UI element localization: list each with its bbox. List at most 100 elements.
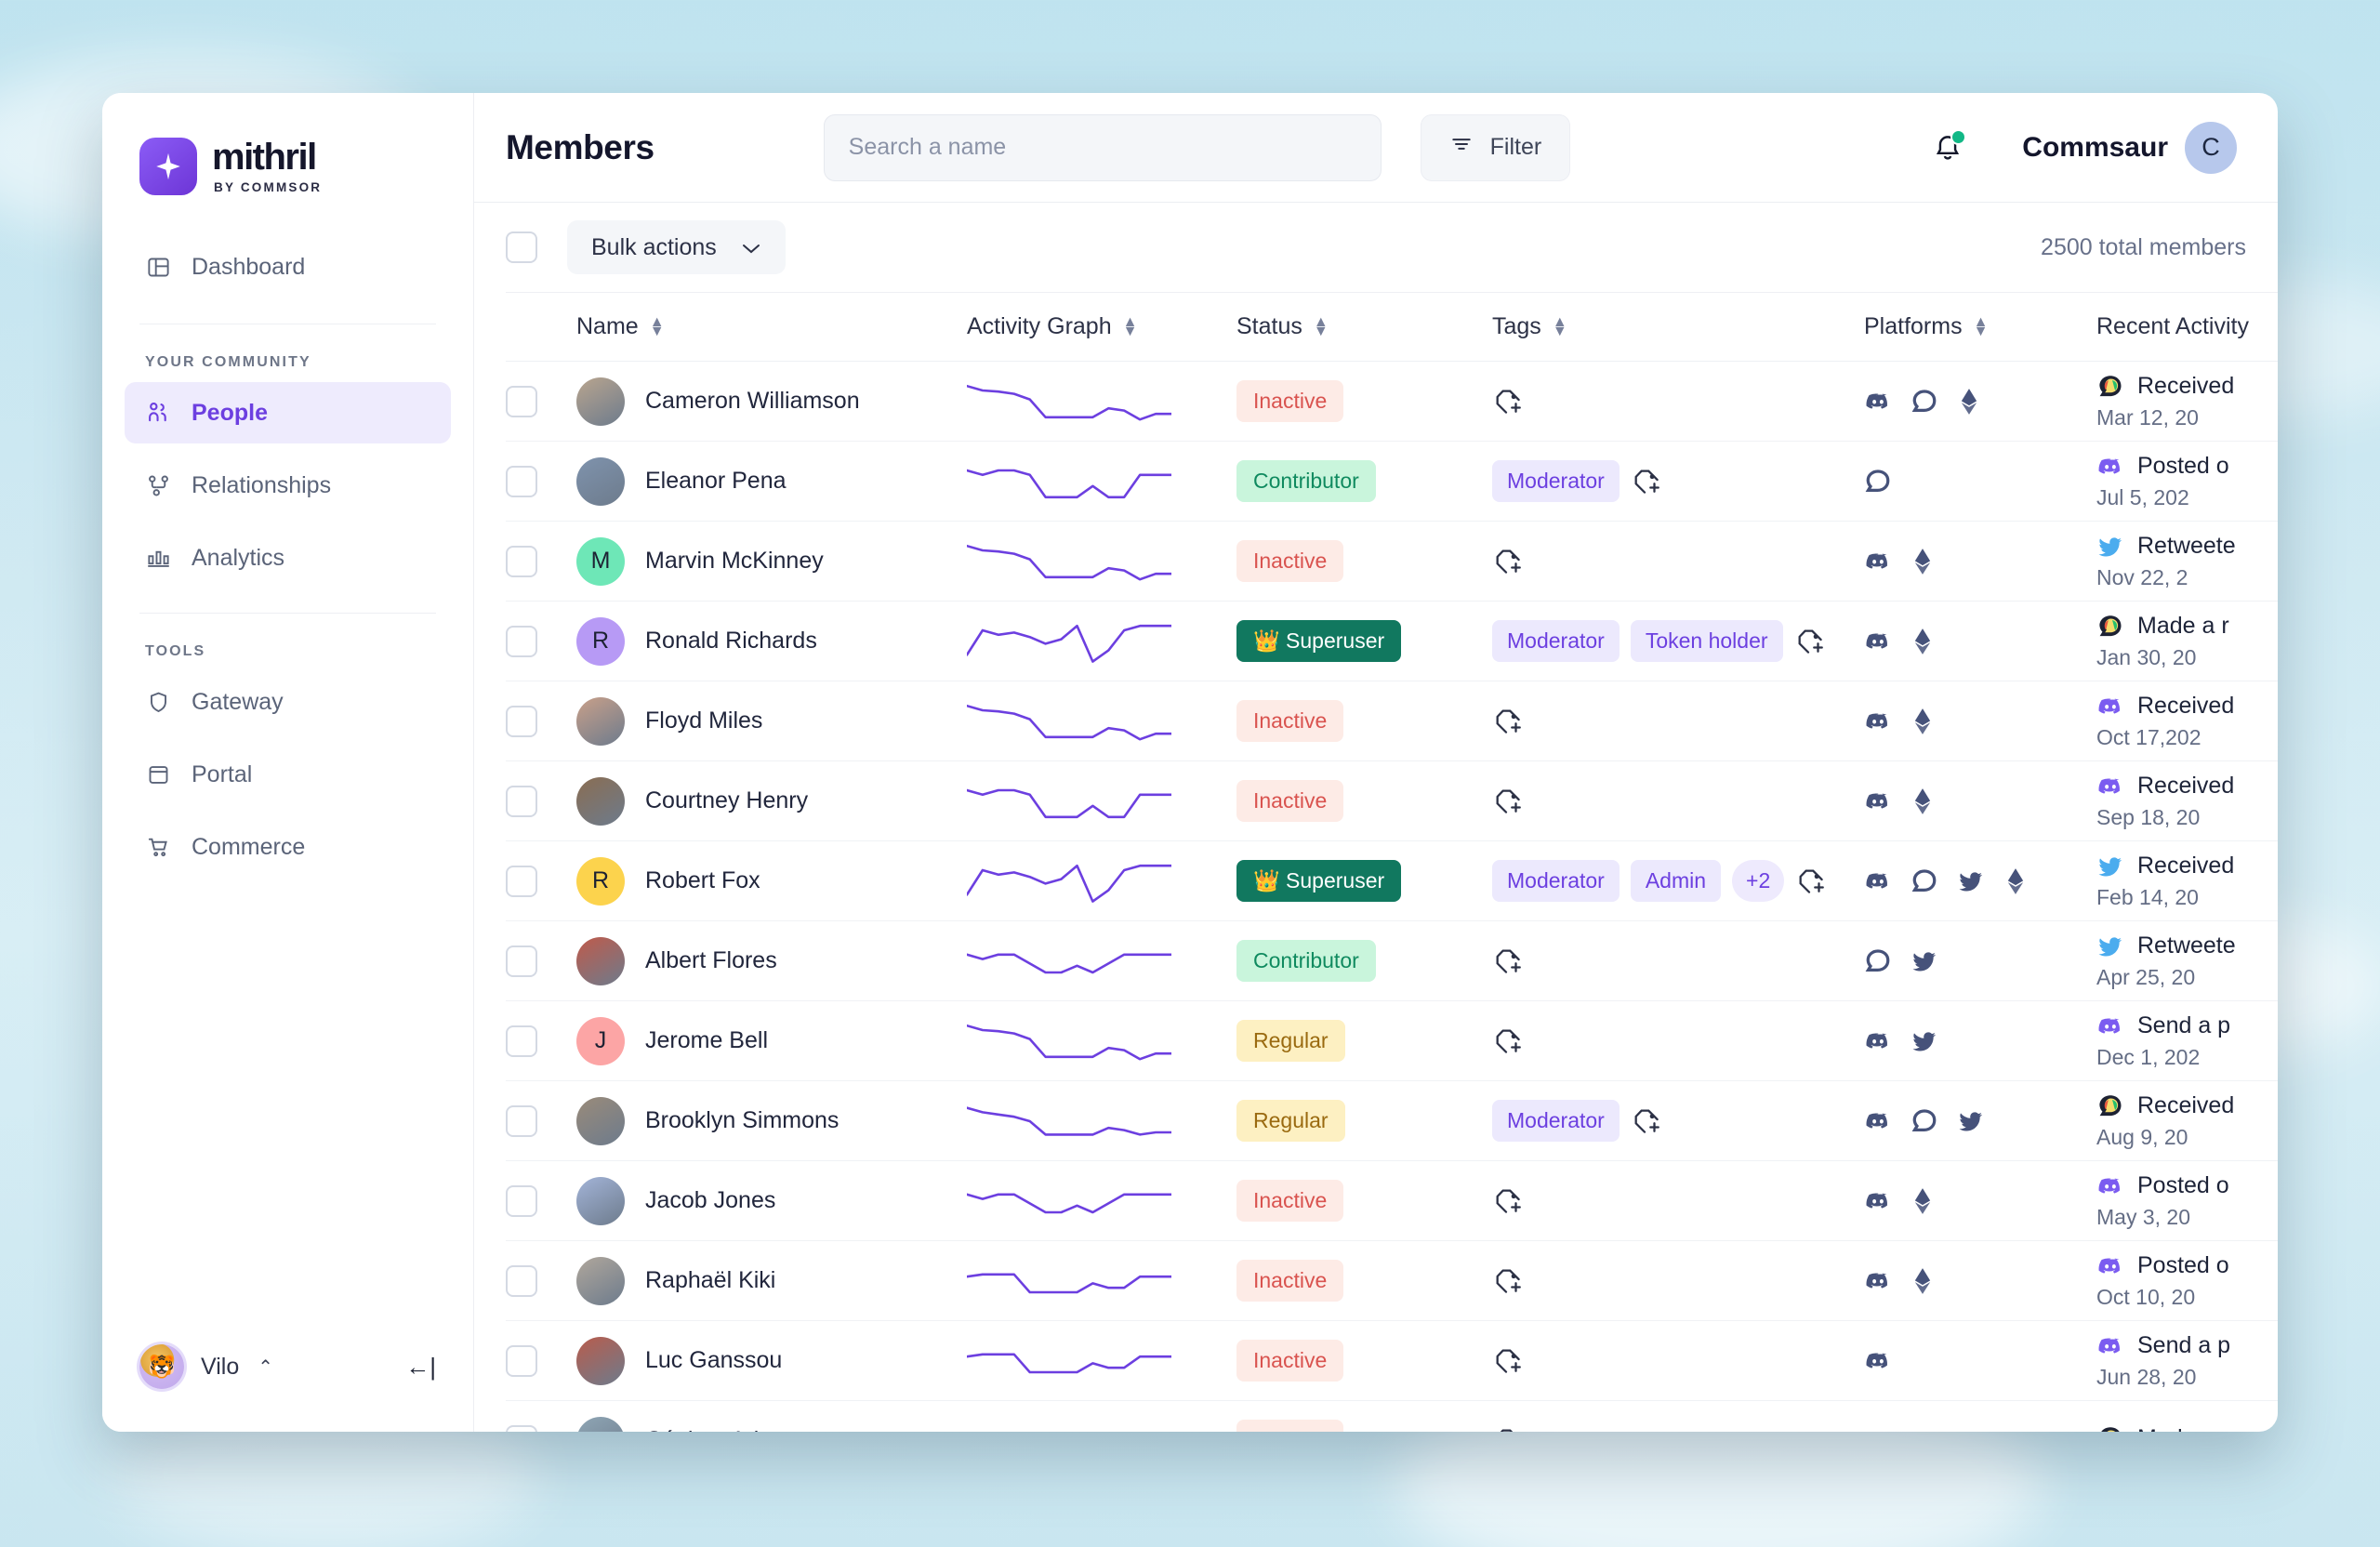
discord-icon[interactable]: [1864, 707, 1892, 735]
discord-icon[interactable]: [1864, 1027, 1892, 1055]
add-tag-icon[interactable]: [1492, 546, 1524, 577]
add-tag-icon[interactable]: [1631, 466, 1662, 497]
discourse-icon[interactable]: [1864, 468, 1892, 496]
discord-icon[interactable]: [1864, 867, 1892, 895]
sidebar-item-dashboard[interactable]: Dashboard: [125, 236, 451, 298]
tag-chip[interactable]: Token holder: [1630, 620, 1783, 662]
tag-chip[interactable]: Admin: [1630, 860, 1722, 902]
sidebar-item-analytics[interactable]: Analytics: [125, 527, 451, 588]
table-row[interactable]: R Ronald Richards 👑 Superuser Moderator To…: [506, 601, 2278, 681]
column-header-name[interactable]: Name ▲ ▼: [576, 292, 967, 362]
row-checkbox[interactable]: [506, 1424, 537, 1432]
collapse-sidebar-icon[interactable]: ←|: [405, 1353, 436, 1382]
add-tag-icon[interactable]: [1492, 1265, 1524, 1297]
table-row[interactable]: Luc Ganssou Inactive Send a p Jun 28, 20: [506, 1320, 2278, 1401]
discord-icon[interactable]: [1864, 1107, 1892, 1135]
sidebar-item-people[interactable]: People: [125, 382, 451, 443]
row-checkbox[interactable]: [506, 625, 537, 657]
ethereum-icon[interactable]: [2003, 867, 2028, 895]
table-row[interactable]: R Robert Fox 👑 Superuser Moderator Admin +2…: [506, 840, 2278, 921]
row-checkbox[interactable]: [506, 1025, 537, 1057]
tag-chip[interactable]: Moderator: [1492, 860, 1620, 902]
add-tag-icon[interactable]: [1795, 866, 1827, 897]
column-header-activity-graph[interactable]: Activity Graph ▲ ▼: [967, 292, 1236, 362]
bulk-actions-dropdown[interactable]: Bulk actions: [567, 220, 786, 274]
table-row[interactable]: Céphas Adonon Inactive Made a r: [506, 1400, 2278, 1433]
avatar[interactable]: 🐯: [139, 1344, 184, 1389]
discourse-icon[interactable]: [1864, 947, 1892, 975]
tag-chip[interactable]: Moderator: [1492, 460, 1620, 502]
row-checkbox[interactable]: [506, 705, 537, 737]
table-row[interactable]: Brooklyn Simmons Regular Moderator Recei…: [506, 1080, 2278, 1161]
table-row[interactable]: Albert Flores Contributor Retweete Apr 2…: [506, 920, 2278, 1001]
tag-chip[interactable]: Moderator: [1492, 620, 1620, 662]
twitter-icon[interactable]: [1957, 1107, 1985, 1135]
add-tag-icon[interactable]: [1492, 386, 1524, 417]
table-row[interactable]: Courtney Henry Inactive Received Sep 18,…: [506, 760, 2278, 841]
tag-chip[interactable]: Moderator: [1492, 1100, 1620, 1142]
ethereum-icon[interactable]: [1911, 1187, 1935, 1215]
row-checkbox[interactable]: [506, 385, 537, 417]
add-tag-icon[interactable]: [1794, 626, 1826, 657]
filter-button[interactable]: Filter: [1420, 113, 1571, 181]
discord-icon[interactable]: [1864, 1187, 1892, 1215]
chevron-up-icon[interactable]: ⌃: [258, 1355, 273, 1379]
add-tag-icon[interactable]: [1492, 945, 1524, 977]
discourse-icon[interactable]: [1911, 1107, 1938, 1135]
row-checkbox[interactable]: [506, 865, 537, 897]
row-checkbox[interactable]: [506, 945, 537, 977]
column-header-recent-activity[interactable]: Recent Activity: [2096, 292, 2278, 362]
row-checkbox[interactable]: [506, 465, 537, 497]
row-checkbox[interactable]: [506, 1344, 537, 1377]
search-input[interactable]: [848, 134, 1356, 161]
column-header-platforms[interactable]: Platforms ▲ ▼: [1864, 292, 2096, 362]
add-tag-icon[interactable]: [1492, 1185, 1524, 1217]
row-checkbox[interactable]: [506, 785, 537, 817]
sidebar-item-commerce[interactable]: Commerce: [125, 816, 451, 878]
select-all-checkbox[interactable]: [506, 231, 537, 263]
row-checkbox[interactable]: [506, 1264, 537, 1297]
add-tag-icon[interactable]: [1631, 1105, 1662, 1137]
row-checkbox[interactable]: [506, 1104, 537, 1137]
tag-overflow-chip[interactable]: +2: [1732, 860, 1785, 902]
ethereum-icon[interactable]: [1957, 388, 1981, 416]
ethereum-icon[interactable]: [1911, 548, 1935, 575]
row-checkbox[interactable]: [506, 1184, 537, 1217]
discord-icon[interactable]: [1864, 1347, 1892, 1375]
discourse-icon[interactable]: [1911, 867, 1938, 895]
twitter-icon[interactable]: [1911, 1027, 1938, 1055]
table-row[interactable]: Floyd Miles Inactive Received Oct 17,202: [506, 681, 2278, 761]
discord-icon[interactable]: [1864, 628, 1892, 655]
column-header-tags[interactable]: Tags ▲ ▼: [1492, 292, 1864, 362]
sidebar-item-relationships[interactable]: Relationships: [125, 455, 451, 516]
account-name[interactable]: Commsaur: [2022, 132, 2168, 164]
sidebar-item-gateway[interactable]: Gateway: [125, 671, 451, 733]
table-row[interactable]: M Marvin McKinney Inactive Retweete Nov 2…: [506, 521, 2278, 602]
row-checkbox[interactable]: [506, 545, 537, 577]
table-row[interactable]: Eleanor Pena Contributor Moderator Poste…: [506, 441, 2278, 522]
twitter-icon[interactable]: [1911, 947, 1938, 975]
column-header-status[interactable]: Status ▲ ▼: [1236, 292, 1492, 362]
ethereum-icon[interactable]: [1911, 707, 1935, 735]
discourse-icon[interactable]: [1911, 388, 1938, 416]
add-tag-icon[interactable]: [1492, 1425, 1524, 1432]
discord-icon[interactable]: [1864, 388, 1892, 416]
table-row[interactable]: Jacob Jones Inactive Posted o May 3, 20: [506, 1160, 2278, 1241]
add-tag-icon[interactable]: [1492, 706, 1524, 737]
sidebar-item-portal[interactable]: Portal: [125, 744, 451, 805]
discord-icon[interactable]: [1864, 1427, 1892, 1433]
discord-icon[interactable]: [1864, 787, 1892, 815]
table-row[interactable]: J Jerome Bell Regular Send a p Dec 1, 202: [506, 1000, 2278, 1081]
twitter-icon[interactable]: [1957, 867, 1985, 895]
add-tag-icon[interactable]: [1492, 786, 1524, 817]
ethereum-icon[interactable]: [1911, 628, 1935, 655]
account-avatar[interactable]: C: [2185, 121, 2237, 174]
table-row[interactable]: Raphaël Kiki Inactive Posted o Oct 10, 2…: [506, 1240, 2278, 1321]
notifications-button[interactable]: [1927, 127, 1968, 168]
ethereum-icon[interactable]: [1911, 1267, 1935, 1295]
table-row[interactable]: Cameron Williamson Inactive Received Mar…: [506, 361, 2278, 442]
ethereum-icon[interactable]: [1911, 787, 1935, 815]
discord-icon[interactable]: [1864, 548, 1892, 575]
discord-icon[interactable]: [1864, 1267, 1892, 1295]
search-box[interactable]: [823, 113, 1382, 181]
